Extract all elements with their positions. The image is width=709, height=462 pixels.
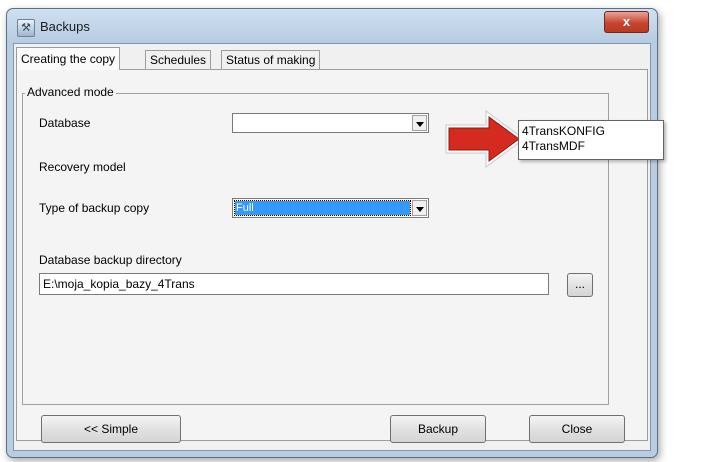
- dropdown-option[interactable]: 4TransMDF: [522, 139, 585, 153]
- backup-directory-label: Database backup directory: [39, 253, 182, 267]
- app-icon: ⚒: [17, 19, 35, 37]
- simple-mode-button[interactable]: << Simple: [41, 415, 181, 443]
- backups-window: ⚒ Backups x Creating the copy Schedules …: [6, 8, 658, 458]
- window-title: Backups: [40, 19, 90, 34]
- backup-button[interactable]: Backup: [390, 415, 486, 443]
- chevron-down-icon[interactable]: [412, 200, 427, 216]
- recovery-model-label: Recovery model: [39, 160, 126, 174]
- close-button[interactable]: Close: [529, 415, 625, 443]
- database-combobox[interactable]: [232, 113, 429, 133]
- database-label: Database: [39, 116, 91, 130]
- dropdown-option[interactable]: 4TransKONFIG: [522, 124, 605, 138]
- chevron-down-icon[interactable]: [412, 115, 427, 131]
- close-window-button[interactable]: x: [604, 11, 649, 33]
- backup-type-label: Type of backup copy: [39, 201, 150, 215]
- browse-button[interactable]: ...: [567, 273, 593, 297]
- window-client-area: Creating the copy Schedules Status of ma…: [13, 43, 651, 451]
- tab-status-of-making[interactable]: Status of making: [221, 50, 321, 69]
- title-bar[interactable]: ⚒ Backups x: [7, 9, 657, 43]
- backup-directory-input[interactable]: E:\moja_kopia_bazy_4Trans: [39, 273, 549, 295]
- red-arrow-annotation: [445, 110, 525, 168]
- tab-creating-the-copy[interactable]: Creating the copy: [16, 47, 121, 70]
- backup-type-combobox[interactable]: Full: [232, 198, 429, 218]
- database-dropdown-list: 4TransKONFIG 4TransMDF: [518, 120, 664, 160]
- tab-schedules[interactable]: Schedules: [145, 50, 212, 69]
- backup-type-value: Full: [234, 200, 411, 216]
- group-label: Advanced mode: [25, 85, 116, 99]
